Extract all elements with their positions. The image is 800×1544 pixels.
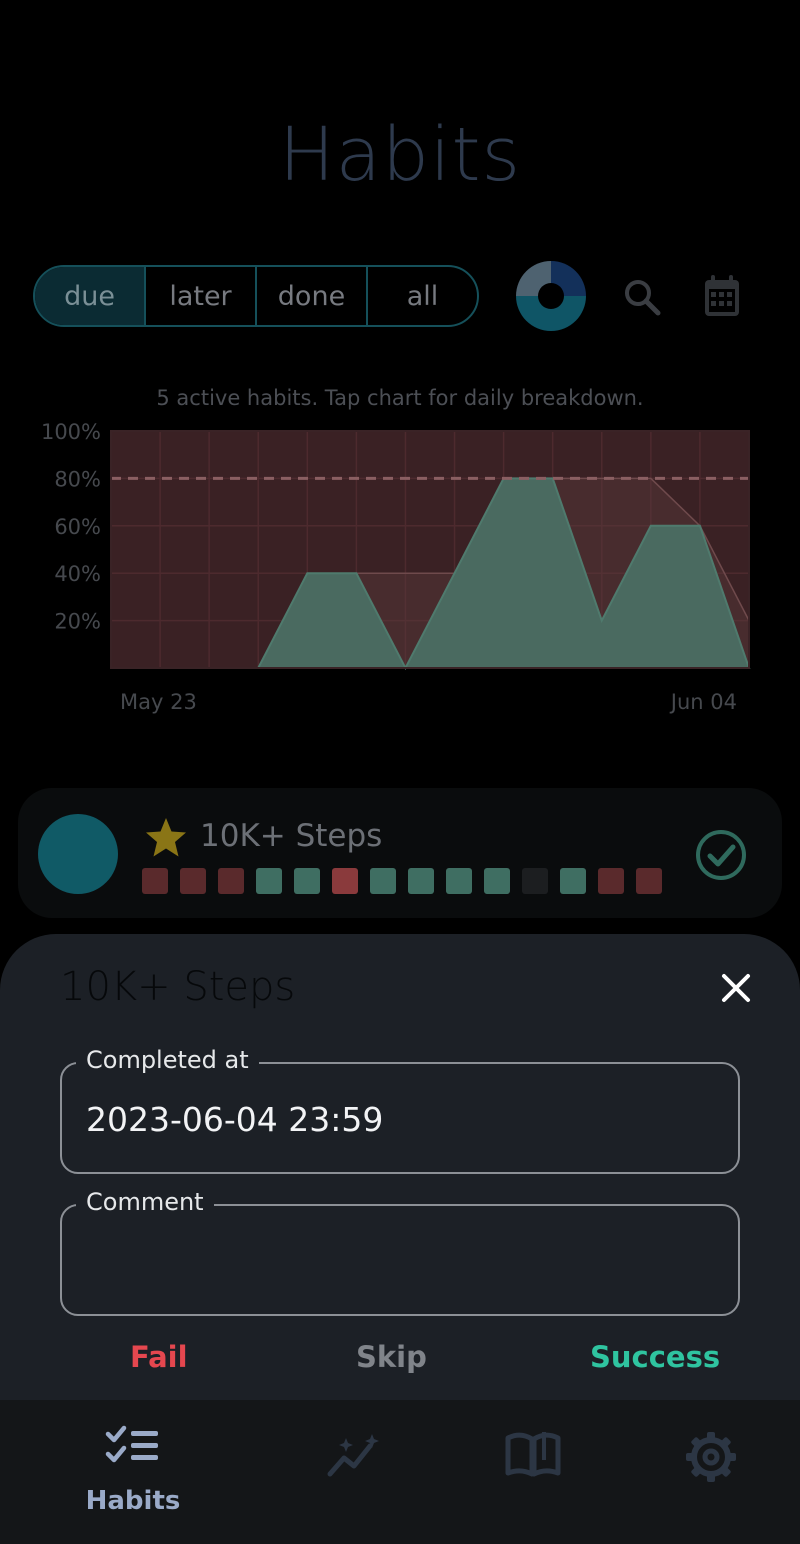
streak-day-success	[256, 868, 282, 894]
success-button[interactable]: Success	[590, 1340, 720, 1374]
comment-field[interactable]: Comment	[60, 1188, 740, 1316]
checklist-icon	[105, 1424, 161, 1472]
sheet-title: 10K+ Steps	[60, 964, 296, 1010]
streak-day-fail	[142, 868, 168, 894]
comment-label: Comment	[76, 1188, 214, 1216]
bottom-nav: Habits	[0, 1400, 800, 1544]
filter-due[interactable]: due	[35, 267, 144, 325]
streak-day-fail	[636, 868, 662, 894]
y-tick-label: 60%	[54, 515, 101, 539]
filter-later[interactable]: later	[144, 267, 255, 325]
calendar-icon[interactable]	[699, 271, 745, 321]
nav-item-settings[interactable]	[610, 1400, 800, 1544]
streak-day-fail	[180, 868, 206, 894]
streak-day-fail-today	[332, 868, 358, 894]
filter-done[interactable]: done	[255, 267, 366, 325]
chart-caption: 5 active habits. Tap chart for daily bre…	[156, 386, 644, 410]
streak-day-success	[484, 868, 510, 894]
streak-day-success	[370, 868, 396, 894]
x-tick-label: May 23	[120, 690, 197, 714]
streak-day-skip	[522, 868, 548, 894]
y-tick-label: 80%	[54, 467, 101, 491]
streak-day-fail	[218, 868, 244, 894]
close-icon[interactable]	[712, 964, 760, 1012]
completed-at-value[interactable]: 2023-06-04 23:59	[86, 1100, 383, 1139]
streak-day-success	[560, 868, 586, 894]
nav-item-habits[interactable]: Habits	[33, 1400, 233, 1544]
skip-button[interactable]: Skip	[356, 1340, 427, 1374]
habit-bottom-sheet: 10K+ Steps Completed at 2023-06-04 23:59…	[0, 934, 800, 1400]
completion-area-chart[interactable]: 100% 80% 60% 40% 20% May 23 Jun 04	[0, 418, 800, 728]
y-tick-label: 20%	[54, 610, 101, 634]
streak-day-fail	[598, 868, 624, 894]
streak-day-success	[446, 868, 472, 894]
comment-input[interactable]	[84, 1240, 714, 1290]
habits-overview: Habits due later done all 5 active habit…	[0, 0, 800, 940]
star-icon	[144, 816, 188, 860]
nav-item-stats[interactable]	[256, 1400, 456, 1544]
completed-at-field[interactable]: Completed at 2023-06-04 23:59	[60, 1046, 740, 1174]
gear-icon	[684, 1430, 738, 1488]
app-screen: Habits due later done all 5 active habit…	[0, 0, 800, 1544]
habit-streak	[142, 868, 662, 894]
streak-day-success	[294, 868, 320, 894]
search-icon[interactable]	[618, 273, 666, 321]
donut-chart-icon[interactable]	[516, 261, 586, 331]
completed-at-label: Completed at	[76, 1046, 259, 1074]
check-circle-icon[interactable]	[694, 828, 748, 882]
nav-item-journal[interactable]	[432, 1400, 632, 1544]
y-tick-label: 100%	[41, 420, 101, 444]
page-title: Habits	[278, 112, 522, 198]
x-tick-label: Jun 04	[669, 690, 737, 714]
y-tick-label: 40%	[54, 562, 101, 586]
filter-segmented-control: due later done all	[33, 265, 479, 327]
stats-chart-icon	[326, 1432, 384, 1484]
nav-label-habits: Habits	[85, 1486, 181, 1516]
habit-card[interactable]: 10K+ Steps	[18, 788, 782, 918]
book-icon	[504, 1430, 562, 1482]
streak-day-success	[408, 868, 434, 894]
habit-name: 10K+ Steps	[200, 818, 383, 854]
filter-all[interactable]: all	[366, 267, 477, 325]
fail-button[interactable]: Fail	[130, 1340, 188, 1374]
habit-avatar	[38, 814, 118, 894]
